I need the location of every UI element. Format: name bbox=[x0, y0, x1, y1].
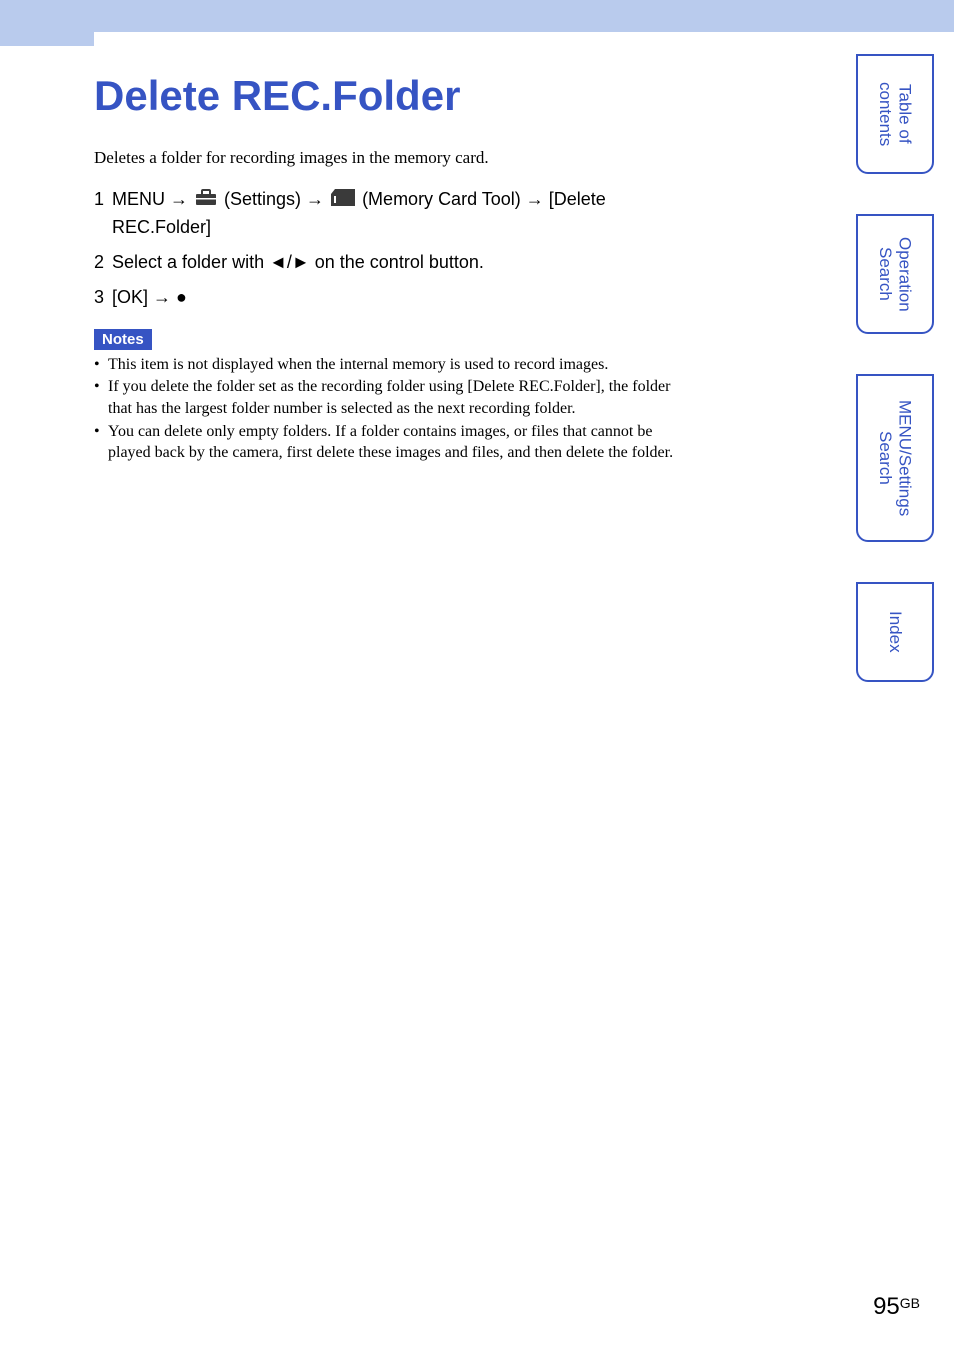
notes-label: Notes bbox=[94, 329, 152, 350]
tab-menu-settings-search[interactable]: MENU/SettingsSearch bbox=[856, 374, 934, 542]
page-num-value: 95 bbox=[873, 1293, 900, 1320]
right-arrow-icon: ► bbox=[292, 252, 310, 272]
step-1: 1 MENU → (Settings) → (Memory Card Tool) bbox=[94, 186, 680, 241]
note-item: This item is not displayed when the inte… bbox=[94, 354, 680, 376]
steps-list: 1 MENU → (Settings) → (Memory Card Tool) bbox=[94, 186, 680, 311]
step1-menu: MENU bbox=[112, 189, 170, 209]
step-body: Select a folder with ◄/► on the control … bbox=[112, 249, 680, 276]
page-title: Delete REC.Folder bbox=[94, 72, 680, 120]
tab-label: MENU/SettingsSearch bbox=[875, 400, 914, 516]
step2-after: on the control button. bbox=[310, 252, 484, 272]
step-3: 3 [OK] → ● bbox=[94, 284, 680, 311]
arrow-icon: → bbox=[170, 189, 188, 209]
header-bar bbox=[0, 0, 954, 32]
page-suffix: GB bbox=[900, 1295, 920, 1311]
step-number: 3 bbox=[94, 284, 112, 311]
step2-before: Select a folder with bbox=[112, 252, 269, 272]
step-body: [OK] → ● bbox=[112, 284, 680, 311]
tab-index[interactable]: Index bbox=[856, 582, 934, 682]
left-arrow-icon: ◄ bbox=[269, 252, 287, 272]
header-notch bbox=[0, 0, 94, 46]
step1-memcard: (Memory Card Tool) bbox=[357, 189, 526, 209]
arrow-icon: → bbox=[153, 287, 171, 307]
intro-text: Deletes a folder for recording images in… bbox=[94, 148, 680, 168]
step-body: MENU → (Settings) → (Memory Card Tool) →… bbox=[112, 186, 680, 241]
notes-list: This item is not displayed when the inte… bbox=[94, 354, 680, 464]
tab-table-of-contents[interactable]: Table ofcontents bbox=[856, 54, 934, 174]
tab-label: Table ofcontents bbox=[875, 82, 914, 146]
tab-operation-search[interactable]: OperationSearch bbox=[856, 214, 934, 334]
step-2: 2 Select a folder with ◄/► on the contro… bbox=[94, 249, 680, 276]
step3-before: [OK] bbox=[112, 287, 153, 307]
step1-settings: (Settings) bbox=[219, 189, 306, 209]
step-number: 2 bbox=[94, 249, 112, 276]
page-number: 95GB bbox=[873, 1293, 920, 1321]
note-item: If you delete the folder set as the reco… bbox=[94, 376, 680, 419]
arrow-icon: → bbox=[526, 189, 544, 209]
tab-label: OperationSearch bbox=[875, 237, 914, 312]
memory-card-icon bbox=[331, 187, 355, 214]
side-tabs: Table ofcontents OperationSearch MENU/Se… bbox=[856, 54, 934, 722]
step-number: 1 bbox=[94, 186, 112, 241]
note-item: You can delete only empty folders. If a … bbox=[94, 421, 680, 464]
center-dot-icon: ● bbox=[171, 287, 187, 307]
settings-toolbox-icon bbox=[195, 187, 217, 214]
arrow-icon: → bbox=[306, 189, 324, 209]
tab-label: Index bbox=[885, 611, 905, 653]
